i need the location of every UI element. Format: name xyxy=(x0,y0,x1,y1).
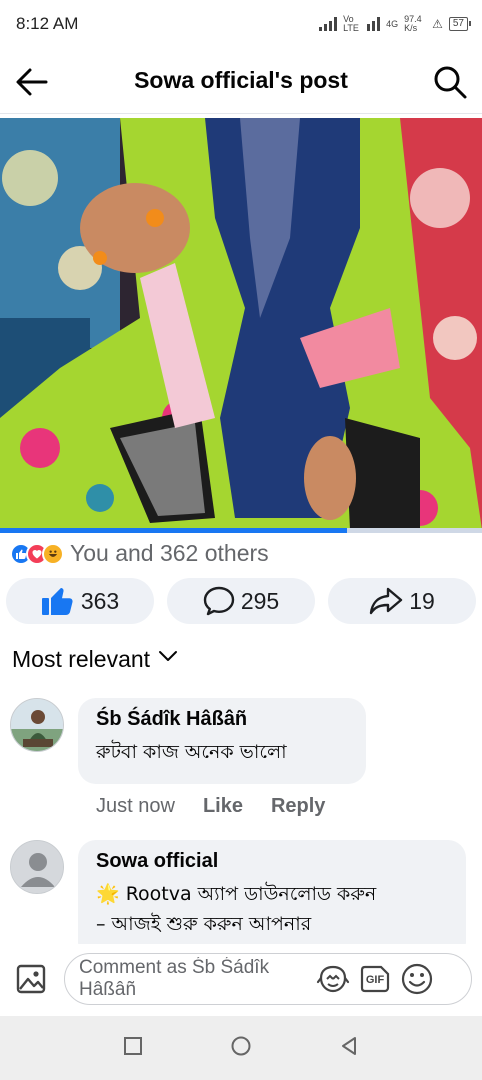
back-nav-icon[interactable] xyxy=(338,1035,360,1062)
comment-reply-button[interactable]: Reply xyxy=(271,795,325,818)
arrow-left-icon[interactable] xyxy=(12,62,52,102)
comment-item: Sowa official 🌟 Rootva অ্যাপ ডাউনলোড করু… xyxy=(10,840,466,960)
search-icon[interactable] xyxy=(430,62,470,102)
reaction-icons xyxy=(10,542,64,565)
comment-composer: Comment as Śb Śádîk Hâßâñ GIF xyxy=(0,944,482,1014)
status-icons: Vo LTE 4G 97.4 K/s ⚠ 57 xyxy=(319,14,472,33)
system-nav-bar xyxy=(0,1016,482,1080)
thumbs-up-icon xyxy=(41,586,75,616)
reaction-summary[interactable]: You and 362 others xyxy=(10,540,269,567)
comment-input-placeholder: Comment as Śb Śádîk Hâßâñ xyxy=(79,957,270,1000)
video-progress-bar[interactable] xyxy=(0,528,482,533)
avatar[interactable] xyxy=(10,698,64,752)
comment-like-button[interactable]: Like xyxy=(203,795,243,818)
network-label-2: 4G xyxy=(386,19,399,29)
comment-text-line-2: – আজই শুরু করুন আপনার xyxy=(96,913,312,935)
gif-button[interactable]: GIF xyxy=(357,961,393,997)
warning-icon: ⚠ xyxy=(432,17,443,31)
video-progress-fill xyxy=(0,528,348,533)
comment-bubble[interactable]: Sowa official 🌟 Rootva অ্যাপ ডাউনলোড করু… xyxy=(78,840,466,960)
gif-label: GIF xyxy=(365,974,385,986)
post-photo-illustration xyxy=(0,118,482,530)
like-count: 363 xyxy=(80,587,120,614)
like-button[interactable]: 363 xyxy=(6,578,154,624)
haha-icon xyxy=(42,542,64,565)
status-time: 8:12 AM xyxy=(16,14,79,33)
avatar-sticker-icon[interactable] xyxy=(315,961,351,997)
photo-icon[interactable] xyxy=(14,962,48,996)
comment-count: 295 xyxy=(240,587,280,614)
comment-text-line-1: 🌟 Rootva অ্যাপ ডাউনলোড করুন xyxy=(96,883,377,905)
signal-icon-2 xyxy=(367,17,381,31)
net-speed: 97.4 K/s xyxy=(404,14,422,33)
comment-sort-dropdown[interactable]: Most relevant xyxy=(12,644,180,674)
comment-author[interactable]: Sowa official xyxy=(96,850,448,873)
status-bar: 8:12 AM Vo LTE 4G 97.4 K/s ⚠ 57 xyxy=(0,0,482,48)
post-actions: 363 295 19 xyxy=(6,578,476,624)
share-count: 19 xyxy=(409,587,435,614)
share-button[interactable]: 19 xyxy=(328,578,476,624)
comment-input[interactable]: Comment as Śb Śádîk Hâßâñ GIF xyxy=(64,953,472,1005)
comment-meta: Just now Like Reply xyxy=(96,795,325,818)
comment-bubble[interactable]: Śb Śádîk Hâßâñ রুটবা কাজ অনেক ভালো xyxy=(78,698,366,784)
recents-icon[interactable] xyxy=(122,1035,144,1062)
sort-label: Most relevant xyxy=(12,645,151,672)
reaction-summary-text: You and 362 others xyxy=(70,540,269,566)
comment-author[interactable]: Śb Śádîk Hâßâñ xyxy=(96,708,348,731)
home-icon[interactable] xyxy=(229,1034,253,1063)
avatar[interactable] xyxy=(10,840,64,894)
comment-icon xyxy=(203,586,235,616)
chevron-down-icon xyxy=(156,644,180,674)
comment-button[interactable]: 295 xyxy=(167,578,315,624)
post-header: Sowa official's post xyxy=(0,48,482,114)
comment-text: রুটবা কাজ অনেক ভালো xyxy=(96,741,287,763)
emoji-icon[interactable] xyxy=(399,961,435,997)
battery-icon: 57 xyxy=(448,17,472,31)
signal-icon xyxy=(319,17,338,31)
post-image[interactable] xyxy=(0,118,482,530)
comment-item: Śb Śádîk Hâßâñ রুটবা কাজ অনেক ভালো xyxy=(10,698,366,784)
page-title: Sowa official's post xyxy=(134,67,348,93)
share-icon xyxy=(369,586,403,616)
network-label-1: Vo LTE xyxy=(343,14,359,33)
comment-time: Just now xyxy=(96,795,175,817)
